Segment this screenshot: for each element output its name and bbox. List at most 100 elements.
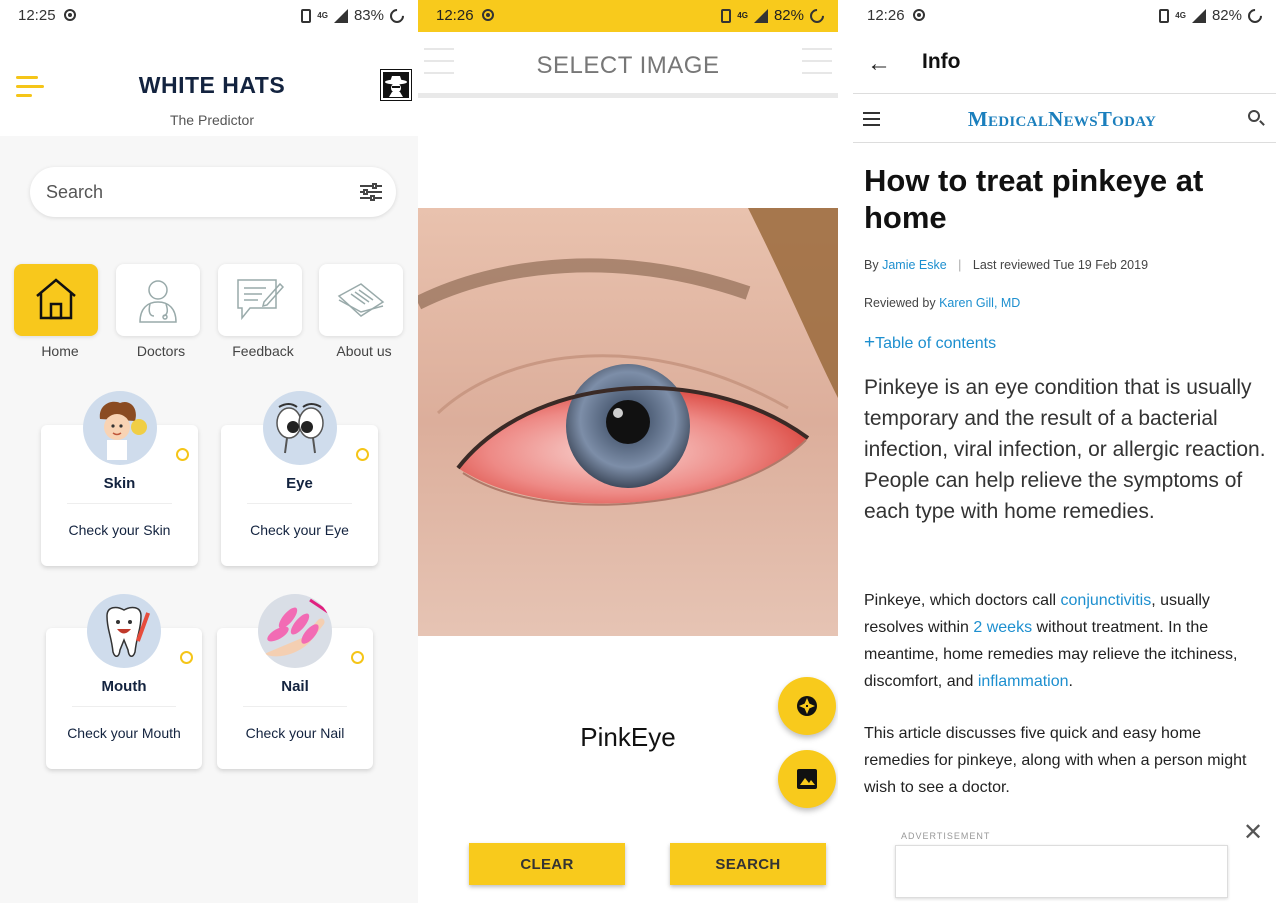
- feedback-icon: [237, 279, 284, 321]
- card-subtitle: Check your Mouth: [67, 725, 181, 741]
- card-subtitle: Check your Skin: [68, 522, 171, 538]
- author-link[interactable]: Jamie Eske: [882, 258, 947, 272]
- search-button[interactable]: SEARCH: [670, 843, 826, 885]
- divider: [67, 503, 172, 504]
- close-icon[interactable]: ✕: [1243, 818, 1263, 847]
- info-screen: 12:26 4G 82% ← Info MedicalNewsToday How…: [853, 0, 1276, 903]
- status-icons: 4G 83%: [301, 5, 407, 26]
- vibrate-icon: [721, 8, 732, 23]
- app-subtitle: The Predictor: [169, 112, 255, 128]
- status-circle-icon: [63, 9, 76, 21]
- nail-avatar-icon: [258, 594, 332, 668]
- skin-avatar-icon: [82, 391, 157, 465]
- doctor-icon: [139, 280, 177, 323]
- signal-icon: [333, 8, 348, 23]
- nav-home-label[interactable]: Home: [10, 343, 110, 359]
- status-time: 12:25: [18, 7, 76, 24]
- about-icon: [337, 283, 385, 317]
- plus-icon: +: [864, 332, 876, 353]
- select-image-screen: 12:26 4G 82% SELECT IMAGE PinkEye CLEAR …: [418, 0, 838, 903]
- divider: [72, 706, 176, 707]
- clear-button[interactable]: CLEAR: [469, 843, 625, 885]
- home-icon: [36, 278, 76, 320]
- back-arrow-icon[interactable]: ←: [867, 50, 891, 78]
- status-time: 12:26: [436, 7, 494, 24]
- last-reviewed: Last reviewed Tue 19 Feb 2019: [972, 258, 1149, 272]
- search-icon[interactable]: [1248, 110, 1260, 122]
- status-bar: 12:26 4G 82%: [853, 0, 1276, 34]
- nav-feedback-label[interactable]: Feedback: [213, 343, 313, 359]
- app-bar: SELECT IMAGE: [418, 32, 838, 94]
- card-subtitle: Check your Nail: [245, 725, 345, 741]
- conjunctivitis-link[interactable]: conjunctivitis: [1061, 592, 1152, 609]
- article-headline: How to treat pinkeye at home: [864, 163, 1204, 235]
- search-input[interactable]: Search: [30, 167, 396, 217]
- site-header: MedicalNewsToday: [853, 93, 1276, 143]
- nav-feedback[interactable]: [218, 264, 302, 336]
- divider: [247, 503, 352, 504]
- nav-home[interactable]: [14, 264, 98, 336]
- select-radio-icon[interactable]: [356, 448, 369, 461]
- filter-icon[interactable]: [360, 183, 382, 201]
- white-hats-logo-icon[interactable]: [380, 69, 412, 101]
- network-type: 4G: [317, 11, 328, 20]
- screen-edge: [1276, 0, 1284, 903]
- app-title: WHITE HATS: [138, 72, 286, 98]
- select-radio-icon[interactable]: [351, 651, 364, 664]
- app-bar: [853, 34, 1276, 92]
- home-screen: 12:25 4G 83% WHITE HATS The Predictor Se…: [0, 0, 418, 903]
- card-title: Nail: [281, 678, 309, 695]
- article-paragraph: This article discusses five quick and ea…: [864, 725, 1247, 796]
- table-of-contents-toggle[interactable]: +Table of contents: [864, 332, 996, 354]
- camera-aperture-icon: [797, 696, 817, 716]
- select-radio-icon[interactable]: [176, 448, 189, 461]
- nav-about-label[interactable]: About us: [314, 343, 414, 359]
- battery-icon: [387, 5, 407, 26]
- two-weeks-link[interactable]: 2 weeks: [973, 619, 1032, 636]
- nav-doctors-label[interactable]: Doctors: [111, 343, 211, 359]
- image-gallery-icon: [797, 769, 817, 789]
- status-icons: 4G 82%: [721, 5, 827, 26]
- select-radio-icon[interactable]: [180, 651, 193, 664]
- camera-button[interactable]: [778, 677, 836, 735]
- card-skin[interactable]: Skin Check your Skin: [41, 391, 198, 566]
- network-type: 4G: [1175, 11, 1186, 20]
- inflammation-link[interactable]: inflammation: [978, 673, 1069, 690]
- article-lead: Pinkeye is an eye condition that is usua…: [864, 376, 1266, 523]
- prediction-result: PinkEye: [580, 722, 676, 752]
- status-icons: 4G 82%: [1159, 5, 1265, 26]
- nav-doctors[interactable]: [116, 264, 200, 336]
- reviewer-link[interactable]: Karen Gill, MD: [939, 296, 1020, 310]
- vibrate-icon: [301, 8, 312, 23]
- site-logo[interactable]: MedicalNewsToday: [853, 107, 1271, 132]
- battery-percent: 82%: [773, 7, 804, 24]
- status-circle-icon: [481, 9, 494, 21]
- battery-percent: 83%: [353, 7, 384, 24]
- screen-title: Info: [922, 50, 961, 73]
- article-paragraph: Pinkeye, which doctors call conjunctivit…: [864, 592, 1238, 690]
- divider: [418, 93, 838, 98]
- menu-icon[interactable]: [802, 48, 832, 84]
- nav-about[interactable]: [319, 264, 403, 336]
- status-bar: 12:26 4G 82%: [418, 0, 838, 34]
- battery-percent: 82%: [1211, 7, 1242, 24]
- card-nail[interactable]: Nail Check your Nail: [217, 594, 373, 769]
- tooth-avatar-icon: [87, 594, 161, 668]
- card-title: Eye: [286, 475, 313, 492]
- card-eye[interactable]: Eye Check your Eye: [221, 391, 378, 566]
- divider: [243, 706, 347, 707]
- battery-icon: [1245, 5, 1265, 26]
- card-mouth[interactable]: Mouth Check your Mouth: [46, 594, 202, 769]
- battery-icon: [807, 5, 827, 26]
- status-time: 12:26: [867, 7, 925, 24]
- search-placeholder: Search: [46, 182, 104, 202]
- card-subtitle: Check your Eye: [250, 522, 349, 538]
- card-title: Skin: [103, 475, 136, 492]
- advertisement-box[interactable]: [895, 845, 1228, 898]
- gallery-button[interactable]: [778, 750, 836, 808]
- network-type: 4G: [737, 11, 748, 20]
- menu-icon[interactable]: [424, 48, 454, 84]
- panel-gap: [838, 0, 853, 903]
- reviewed-by: Reviewed by Karen Gill, MD: [864, 296, 1021, 310]
- ad-label: ADVERTISEMENT: [901, 831, 991, 841]
